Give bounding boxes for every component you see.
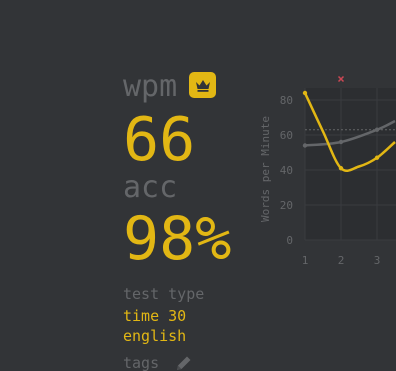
chart-y-axis-label: Words per Minute [259, 116, 272, 222]
chart-wpm-point [374, 155, 380, 160]
chart-y-tick-label: 0 [286, 234, 293, 247]
crown-icon [189, 72, 216, 98]
chart-raw-point [374, 127, 380, 132]
chart-y-tick-label: 20 [280, 199, 293, 212]
chart-plot-area [305, 88, 396, 240]
wpm-chart-svg: 0 20 40 60 80 1 2 3 Words per Minute [259, 75, 396, 267]
chart-raw-point [338, 139, 344, 145]
chart-y-tick-label: 60 [280, 129, 293, 142]
acc-label: acc [123, 170, 178, 205]
test-language-value: english [123, 327, 187, 345]
test-type-label: test type [123, 285, 205, 303]
chart-y-tick-label: 80 [280, 94, 293, 107]
chart-x-tick-label: 2 [338, 254, 345, 267]
pencil-icon[interactable] [175, 354, 193, 371]
wpm-chart: 0 20 40 60 80 1 2 3 Words per Minute [252, 70, 396, 270]
test-mode-value: time 30 [123, 307, 187, 325]
chart-wpm-point [338, 166, 344, 171]
chart-wpm-point [302, 90, 308, 96]
chart-x-tick-label: 3 [374, 254, 381, 267]
chart-y-tick-label: 40 [280, 164, 293, 177]
wpm-label: wpm [123, 69, 178, 104]
chart-x-tick-label: 1 [302, 254, 309, 267]
tags-label: tags [123, 354, 160, 371]
wpm-value: 66 [123, 105, 196, 175]
acc-value: 98% [123, 204, 232, 274]
chart-raw-point [302, 143, 308, 148]
